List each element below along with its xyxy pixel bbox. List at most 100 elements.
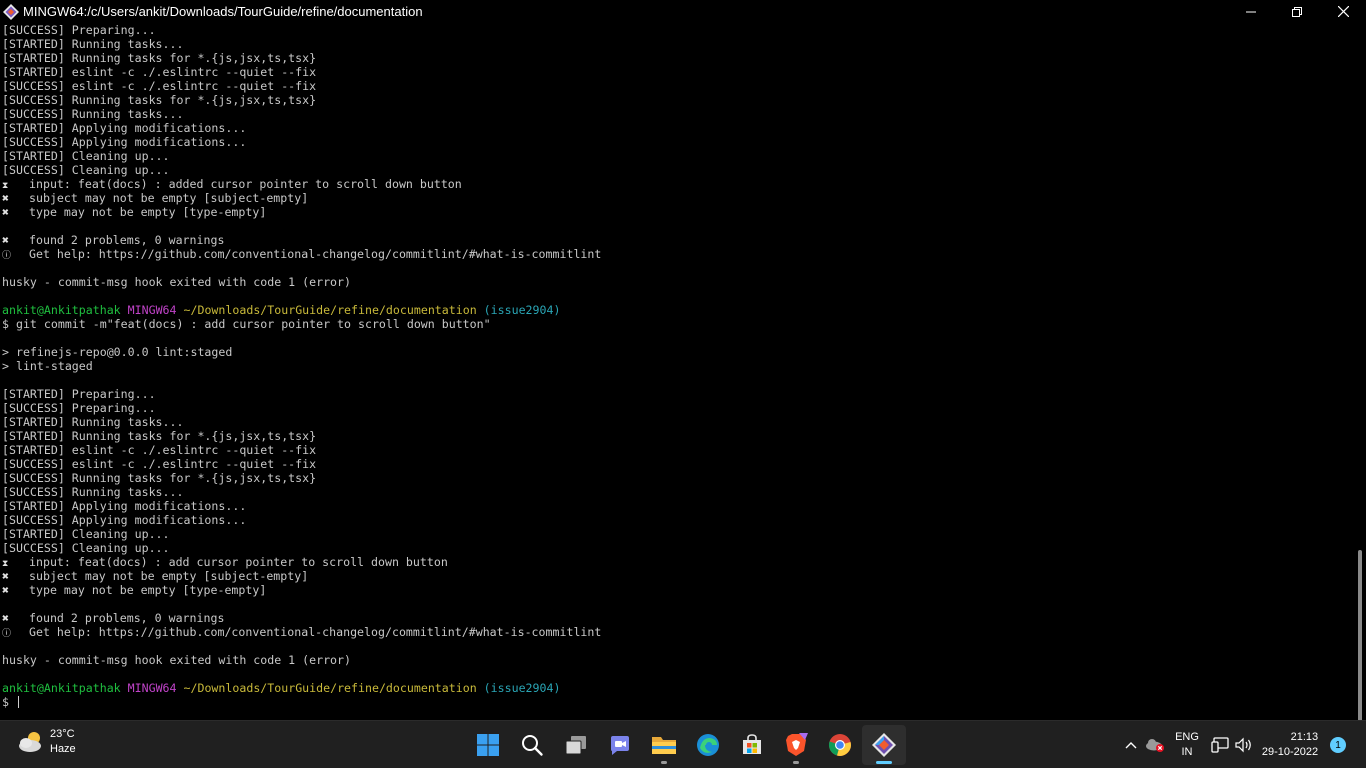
terminal-line: ✖ found 2 problems, 0 warnings [2,611,1354,625]
title-bar: MINGW64:/c/Users/ankit/Downloads/TourGui… [0,0,1366,23]
terminal-text: [STARTED] eslint -c ./.eslintrc --quiet … [2,65,317,79]
volume-tray-button[interactable] [1232,721,1256,768]
file-explorer-button[interactable] [642,725,686,765]
microsoft-store-button[interactable] [730,725,774,765]
terminal-text: type may not be empty [type-empty] [29,205,267,219]
terminal-text: [SUCCESS] eslint -c ./.eslintrc --quiet … [2,79,317,93]
terminal-line: [STARTED] Applying modifications... [2,121,1354,135]
terminal-line: $ git commit -m"feat(docs) : add cursor … [2,317,1354,331]
task-view-button[interactable] [554,725,598,765]
haze-weather-icon [16,727,46,757]
task-view-icon [565,736,586,755]
terminal-line: > refinejs-repo@0.0.0 lint:staged [2,345,1354,359]
terminal-text: [SUCCESS] eslint -c ./.eslintrc --quiet … [2,457,317,471]
info-icon: ⓘ [2,251,12,261]
terminal-text: subject may not be empty [subject-empty] [29,191,309,205]
brave-icon [786,733,808,756]
info-icon: ⓘ [2,629,12,639]
edge-button[interactable] [686,725,730,765]
terminal-line: [STARTED] Running tasks... [2,37,1354,51]
terminal-text: [STARTED] Running tasks... [2,415,184,429]
error-cross-icon: ✖ [2,611,9,625]
weather-widget[interactable]: 23°C Haze [16,727,76,757]
terminal-text: subject may not be empty [subject-empty] [29,569,309,583]
terminal-line: [SUCCESS] Applying modifications... [2,513,1354,527]
error-cross-icon: ✖ [2,583,9,597]
git-bash-button[interactable] [862,725,906,765]
restore-icon [1292,6,1302,17]
terminal-text: [SUCCESS] Running tasks for *.{js,jsx,ts… [2,93,317,107]
terminal-output[interactable]: [SUCCESS] Preparing... [STARTED] Running … [0,23,1354,720]
search-button[interactable] [510,725,554,765]
terminal-text: [SUCCESS] Applying modifications... [2,135,247,149]
windows-logo-icon [477,734,499,756]
terminal-text: [STARTED] Running tasks for *.{js,jsx,ts… [2,51,317,65]
edge-icon [697,734,719,756]
terminal-line: [SUCCESS] Running tasks for *.{js,jsx,ts… [2,93,1354,107]
onedrive-tray-button[interactable] [1144,721,1166,768]
terminal-line: [SUCCESS] eslint -c ./.eslintrc --quiet … [2,457,1354,471]
terminal-text: found 2 problems, 0 warnings [29,611,225,625]
terminal-line: ✖ subject may not be empty [subject-empty… [2,569,1354,583]
running-indicator [793,761,799,764]
text-cursor [17,696,19,708]
terminal-text: [SUCCESS] Preparing... [2,401,156,415]
search-icon [522,735,543,756]
terminal-text: input: feat(docs) : add cursor pointer t… [29,555,448,569]
terminal-line: [STARTED] Preparing... [2,387,1354,401]
chevron-up-icon [1125,742,1137,749]
error-cross-icon: ✖ [2,205,9,219]
network-tray-button[interactable] [1208,721,1232,768]
terminal-line: [STARTED] eslint -c ./.eslintrc --quiet … [2,65,1354,79]
window-title: MINGW64:/c/Users/ankit/Downloads/TourGui… [23,4,423,19]
input-language-indicator[interactable]: ENG IN [1166,721,1208,768]
network-icon [1211,737,1229,753]
terminal-line: husky - commit-msg hook exited with code… [2,275,1354,289]
terminal-line: ✖ type may not be empty [type-empty] [2,205,1354,219]
terminal-line: ankit@Ankitpathak MINGW64 ~/Downloads/To… [2,303,1354,317]
terminal-text: [STARTED] Running tasks... [2,37,184,51]
terminal-line: [SUCCESS] Applying modifications... [2,135,1354,149]
notification-badge[interactable]: 1 [1330,737,1346,753]
error-cross-icon: ✖ [2,569,9,583]
teams-chat-button[interactable] [598,725,642,765]
terminal-line: [STARTED] Cleaning up... [2,527,1354,541]
scrollbar-thumb[interactable] [1358,550,1362,727]
show-hidden-icons-button[interactable] [1118,721,1144,768]
store-icon [743,734,761,754]
terminal-text: ankit@Ankitpathak [2,303,121,317]
weather-temperature: 23°C [50,728,75,740]
region-code: IN [1181,746,1193,758]
error-cross-icon: ✖ [2,233,9,247]
terminal-text: > lint-staged [2,359,93,373]
clock[interactable]: 21:13 29-10-2022 [1256,721,1324,768]
git-bash-app-icon [3,3,19,20]
weather-condition: Haze [50,743,76,755]
minimize-button[interactable] [1228,0,1274,23]
terminal-line: ⓘ Get help: https://github.com/convention… [2,247,1354,261]
terminal-text: [STARTED] Applying modifications... [2,121,247,135]
terminal-line: [SUCCESS] Preparing... [2,23,1354,37]
onedrive-error-icon [1146,739,1164,752]
terminal-line: [SUCCESS] Running tasks... [2,485,1354,499]
terminal-text: MINGW64 [127,303,177,317]
chrome-button[interactable] [818,725,862,765]
terminal-scrollbar[interactable] [1354,23,1366,727]
terminal-text: > refinejs-repo@0.0.0 lint:staged [2,345,233,359]
terminal-line: ✖ found 2 problems, 0 warnings [2,233,1354,247]
system-tray: ENG IN 21:13 29-10-2022 1 [1118,721,1366,768]
brave-button[interactable] [774,725,818,765]
restore-button[interactable] [1274,0,1320,23]
terminal-text: MINGW64 [127,681,177,695]
close-button[interactable] [1320,0,1366,23]
language-code: ENG [1175,731,1199,743]
start-button[interactable] [466,725,510,765]
terminal-line: [SUCCESS] eslint -c ./.eslintrc --quiet … [2,79,1354,93]
